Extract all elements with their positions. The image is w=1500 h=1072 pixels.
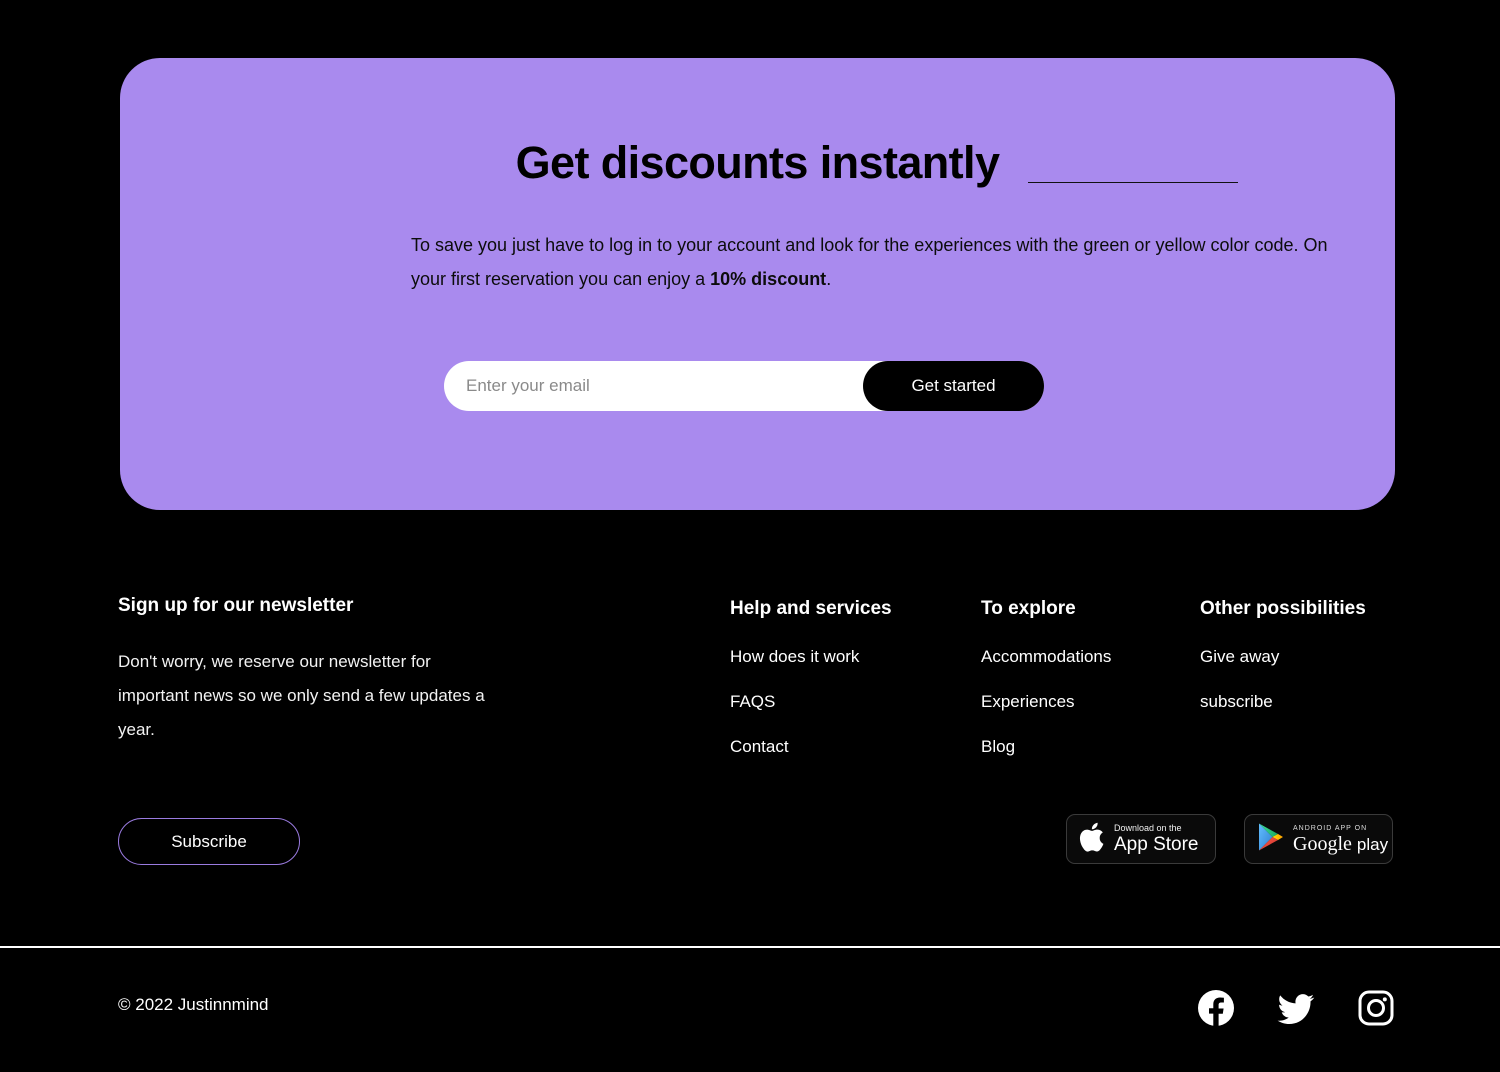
page-root: Get discounts instantly To save you just… xyxy=(0,0,1500,1072)
app-store-big-text: App Store xyxy=(1114,834,1199,855)
footer-column-heading: Help and services xyxy=(730,598,892,619)
apple-icon xyxy=(1079,821,1105,858)
title-underline-rule xyxy=(1028,182,1238,183)
footer-link-experiences[interactable]: Experiences xyxy=(981,691,1181,713)
promo-description-part1: To save you just have to log in to your … xyxy=(411,235,1328,289)
google-play-big-text: Google play xyxy=(1293,834,1388,855)
google-play-word-google: Google xyxy=(1293,833,1352,855)
app-store-text: Download on the App Store xyxy=(1114,823,1199,855)
google-play-icon xyxy=(1257,822,1285,857)
instagram-icon[interactable] xyxy=(1356,988,1396,1028)
copyright-text: © 2022 Justinnmind xyxy=(118,995,269,1014)
newsletter-title: Sign up for our newsletter xyxy=(118,595,354,616)
newsletter-block: Sign up for our newsletter Don't worry, … xyxy=(118,595,618,747)
footer-column-heading: To explore xyxy=(981,598,1076,619)
newsletter-text: Don't worry, we reserve our newsletter f… xyxy=(118,651,485,739)
facebook-icon[interactable] xyxy=(1196,988,1236,1028)
footer-column-help-and-services: Help and services How does it work FAQS … xyxy=(730,598,950,781)
subscribe-button[interactable]: Subscribe xyxy=(118,818,300,865)
google-play-text: ANDROID APP ON Google play xyxy=(1293,823,1388,855)
footer-link-subscribe[interactable]: subscribe xyxy=(1200,691,1430,713)
app-store-badge[interactable]: Download on the App Store xyxy=(1066,814,1216,864)
promo-panel: Get discounts instantly To save you just… xyxy=(120,58,1395,510)
social-links xyxy=(1196,988,1396,1028)
app-store-small-text: Download on the xyxy=(1114,823,1182,833)
promo-description: To save you just have to log in to your … xyxy=(411,228,1331,296)
google-play-word-play: play xyxy=(1356,835,1389,854)
footer-link-give-away[interactable]: Give away xyxy=(1200,646,1430,668)
promo-discount-amount: 10% discount xyxy=(710,269,827,289)
footer-link-blog[interactable]: Blog xyxy=(981,736,1181,758)
email-signup-form: Get started xyxy=(444,361,1044,411)
footer-link-contact[interactable]: Contact xyxy=(730,736,950,758)
footer-column-other-possibilities: Other possibilities Give away subscribe xyxy=(1200,598,1430,736)
footer-column-heading: Other possibilities xyxy=(1200,598,1366,619)
page-title: Get discounts instantly xyxy=(515,137,1000,188)
get-started-button[interactable]: Get started xyxy=(863,361,1044,411)
footer-link-accommodations[interactable]: Accommodations xyxy=(981,646,1181,668)
twitter-icon[interactable] xyxy=(1276,988,1316,1028)
footer-link-faqs[interactable]: FAQS xyxy=(730,691,950,713)
footer-link-how-does-it-work[interactable]: How does it work xyxy=(730,646,950,668)
promo-title-wrapper: Get discounts instantly xyxy=(120,140,1395,185)
email-input[interactable] xyxy=(444,361,863,411)
footer-column-to-explore: To explore Accommodations Experiences Bl… xyxy=(981,598,1181,781)
store-badges: Download on the App Store ANDROID APP ON… xyxy=(1066,814,1393,864)
promo-description-part2: . xyxy=(826,269,832,289)
footer-divider xyxy=(0,946,1500,948)
google-play-badge[interactable]: ANDROID APP ON Google play xyxy=(1244,814,1393,864)
